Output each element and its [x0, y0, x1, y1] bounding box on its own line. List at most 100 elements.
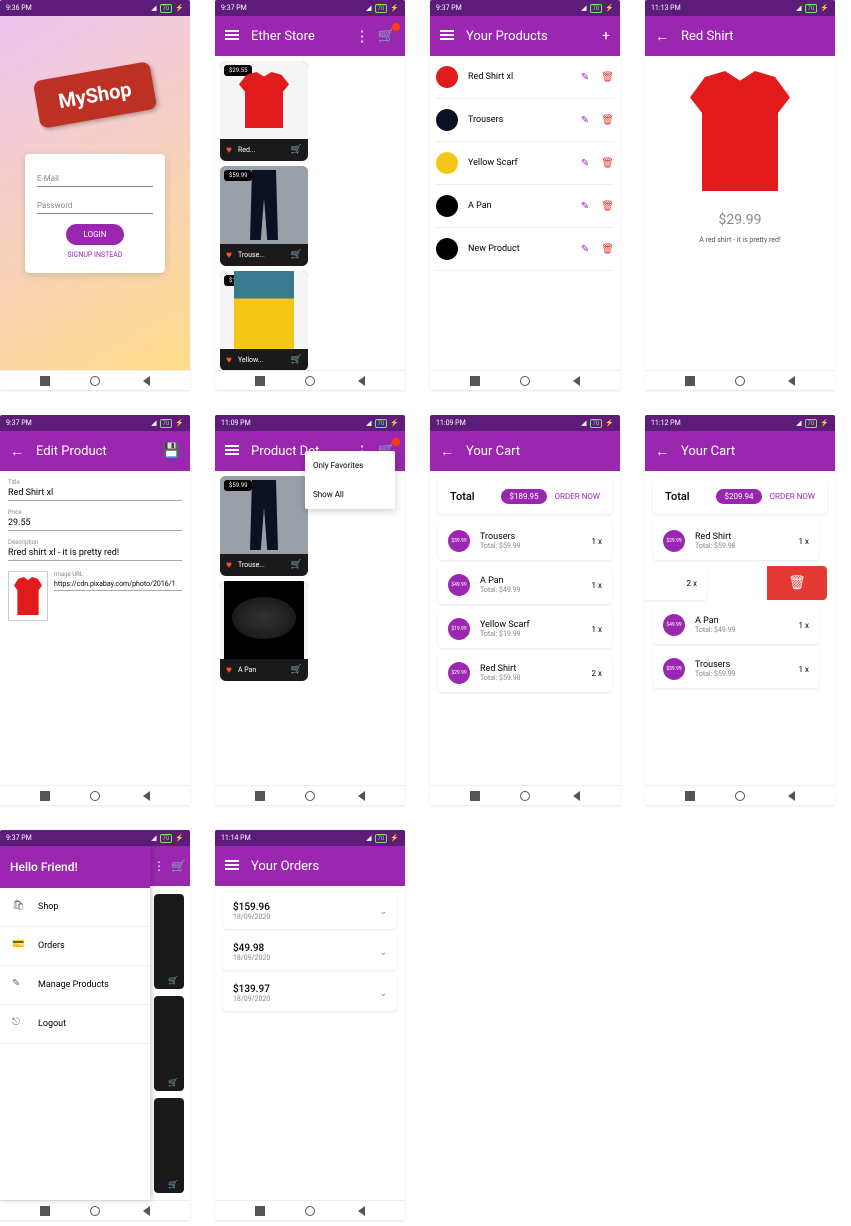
status-bar: 9:37 PM◢70⚡ — [0, 415, 190, 431]
chevron-down-icon[interactable]: ⌄ — [379, 907, 387, 917]
total-badge: $189.95 — [501, 489, 546, 504]
menu-icon[interactable] — [440, 30, 454, 42]
delete-icon[interactable]: 🗑 — [601, 72, 614, 83]
menu-icon[interactable] — [225, 445, 239, 457]
cart-item[interactable]: $19.99Yellow ScarfTotal: $19.991 x — [438, 610, 612, 648]
add-cart-icon[interactable]: 🛒 — [291, 355, 302, 365]
swipe-delete-icon[interactable]: 🗑 — [767, 566, 827, 600]
chevron-down-icon[interactable]: ⌄ — [379, 948, 387, 958]
nav-bar — [430, 785, 620, 805]
add-icon[interactable]: + — [602, 28, 610, 44]
app-bar: Ether Store ⋮ 🛒 — [215, 16, 405, 56]
heart-icon[interactable]: ♥ — [226, 355, 232, 366]
drawer-item-shop[interactable]: 🛍Shop — [0, 888, 150, 927]
cart-item[interactable]: $49.99A PanTotal: $49.991 x — [653, 606, 819, 644]
order-card[interactable]: $159.9618/09/2020⌄ — [223, 894, 397, 929]
app-bar: ← Your Cart — [430, 431, 620, 471]
delete-icon[interactable]: 🗑 — [601, 201, 614, 212]
filter-screen: 11:09 PM◢70⚡ Product Det ⋮ 🛒 $59.99♥Trou… — [215, 415, 405, 805]
drawer-item-orders[interactable]: 💳Orders — [0, 927, 150, 966]
signup-link[interactable]: SIGNUP INSTEAD — [37, 251, 153, 259]
app-bar: Your Orders — [215, 846, 405, 886]
order-card[interactable]: $49.9818/09/2020⌄ — [223, 935, 397, 970]
password-field[interactable]: Password — [37, 195, 153, 214]
more-icon[interactable]: ⋮ — [153, 859, 165, 873]
cart-icon[interactable]: 🛒 — [378, 28, 395, 44]
cart-swipe-screen: 11:12 PM◢70⚡ ← Your Cart Total $209.94 O… — [645, 415, 835, 805]
add-cart-icon[interactable]: 🛒 — [291, 560, 302, 570]
edit-icon[interactable]: ✎ — [581, 201, 589, 212]
cart-item[interactable]: $59.99TrousersTotal: $59.991 x — [653, 650, 819, 688]
status-bar: 9:37 PM◢70⚡ — [430, 0, 620, 16]
edit-icon[interactable]: ✎ — [581, 115, 589, 126]
swipe-row[interactable]: arf982 x 🗑 — [645, 566, 827, 606]
app-bar: ← Your Cart — [645, 431, 835, 471]
logout-icon: ⎋ — [12, 1017, 26, 1031]
app-bar: ← Edit Product 💾 — [0, 431, 190, 471]
detail-screen: 11:13 PM◢70⚡ ← Red Shirt $29.99 A red sh… — [645, 0, 835, 390]
cart-item[interactable]: $49.99A PanTotal: $49.991 x — [438, 566, 612, 604]
title-input[interactable]: Red Shirt xl — [8, 486, 182, 501]
more-icon[interactable]: ⋮ — [355, 27, 370, 45]
app-logo: MyShop — [33, 61, 157, 129]
menu-icon[interactable] — [225, 860, 239, 872]
order-now-button[interactable]: ORDER NOW — [770, 492, 815, 501]
cart-item[interactable]: $59.99TrousersTotal: $59.991 x — [438, 522, 612, 560]
add-cart-icon[interactable]: 🛒 — [291, 145, 302, 155]
heart-icon[interactable]: ♥ — [226, 560, 232, 571]
edit-icon[interactable]: ✎ — [581, 72, 589, 83]
product-card[interactable]: ♥A Pan🛒 — [220, 581, 308, 681]
chevron-down-icon[interactable]: ⌄ — [379, 989, 387, 999]
cart-icon[interactable]: 🛒 — [171, 859, 186, 873]
add-cart-icon[interactable]: 🛒 — [291, 250, 302, 260]
nav-bar — [430, 370, 620, 390]
status-bar: 11:09 PM◢70⚡ — [215, 415, 405, 431]
product-image — [645, 56, 835, 206]
image-url-input[interactable]: https://cdn.pixabay.com/photo/2016/1 — [54, 578, 182, 591]
drawer-item-manage[interactable]: ✎Manage Products — [0, 966, 150, 1005]
back-icon[interactable]: ← — [440, 443, 454, 460]
product-card[interactable]: $19.99♥Yellow...🛒 — [220, 271, 308, 370]
add-cart-icon[interactable]: 🛒 — [291, 665, 302, 675]
nav-bar — [0, 1200, 190, 1220]
image-preview — [8, 571, 48, 621]
product-card[interactable]: $59.99♥Trouse...🛒 — [220, 476, 308, 576]
login-button[interactable]: LOGIN — [66, 224, 125, 245]
nav-bar — [215, 370, 405, 390]
delete-icon[interactable]: 🗑 — [601, 244, 614, 255]
product-card[interactable]: $29.55♥Red...🛒 — [220, 61, 308, 161]
menu-icon[interactable] — [225, 30, 239, 42]
card-icon: 💳 — [12, 939, 26, 953]
product-card[interactable]: $59.99♥Trouse...🛒 — [220, 166, 308, 266]
page-title: Your Cart — [681, 444, 825, 459]
status-bar: 11:14 PM◢70⚡ — [215, 830, 405, 846]
edit-screen: 9:37 PM◢70⚡ ← Edit Product 💾 TitleRed Sh… — [0, 415, 190, 805]
edit-icon[interactable]: ✎ — [581, 244, 589, 255]
delete-icon[interactable]: 🗑 — [601, 115, 614, 126]
delete-icon[interactable]: 🗑 — [601, 158, 614, 169]
drawer-item-logout[interactable]: ⎋Logout — [0, 1005, 150, 1044]
order-card[interactable]: $139.9718/09/2020⌄ — [223, 976, 397, 1011]
order-now-button[interactable]: ORDER NOW — [555, 492, 600, 501]
back-icon[interactable]: ← — [10, 443, 24, 460]
nav-bar — [0, 370, 190, 390]
description-input[interactable]: Rred shirt xl - it is pretty red! — [8, 546, 182, 561]
price-input[interactable]: 29.55 — [8, 516, 182, 531]
cart-item[interactable]: $29.99Red ShirtTotal: $59.982 x — [438, 654, 612, 692]
edit-icon: ✎ — [12, 978, 26, 992]
cart-item[interactable]: $29.99Red ShirtTotal: $59.981 x — [653, 522, 819, 560]
email-field[interactable]: E-Mail — [37, 168, 153, 187]
nav-bar — [0, 785, 190, 805]
heart-icon[interactable]: ♥ — [226, 665, 232, 676]
only-favorites-option[interactable]: Only Favorites — [305, 451, 395, 480]
back-icon[interactable]: ← — [655, 28, 669, 45]
heart-icon[interactable]: ♥ — [226, 250, 232, 261]
show-all-option[interactable]: Show All — [305, 480, 395, 509]
cart-screen: 11:09 PM◢70⚡ ← Your Cart Total $189.95 O… — [430, 415, 620, 805]
list-item: Yellow Scarf✎🗑 — [436, 142, 614, 185]
edit-icon[interactable]: ✎ — [581, 158, 589, 169]
heart-icon[interactable]: ♥ — [226, 145, 232, 156]
filter-menu: Only Favorites Show All — [305, 451, 395, 509]
back-icon[interactable]: ← — [655, 443, 669, 460]
save-icon[interactable]: 💾 — [163, 443, 180, 459]
